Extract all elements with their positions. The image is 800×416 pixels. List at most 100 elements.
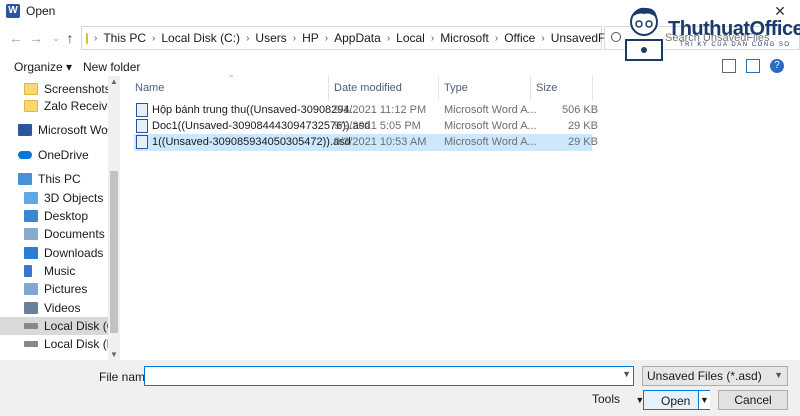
word-document-icon	[136, 119, 148, 133]
sidebar-item-this-pc[interactable]: This PC	[18, 170, 120, 188]
word-document-icon	[136, 135, 148, 149]
sidebar-item-label: OneDrive	[38, 148, 89, 162]
sidebar-item-label: Desktop	[44, 209, 89, 223]
help-icon[interactable]: ?	[770, 59, 784, 73]
chevron-down-icon: ⌄	[52, 33, 60, 43]
file-row[interactable]: Hộp bánh trung thu((Unsaved-30908294... …	[134, 102, 598, 119]
sidebar-item-label: Videos	[44, 301, 81, 315]
breadcrumb-users[interactable]: Users	[255, 31, 286, 45]
cube-icon	[24, 192, 38, 204]
column-divider[interactable]	[530, 76, 531, 100]
cloud-icon	[18, 151, 32, 159]
word-app-icon: W	[6, 4, 20, 18]
sidebar-item-screenshots[interactable]: Screenshots	[24, 80, 120, 98]
sidebar-item-music[interactable]: Music	[24, 262, 120, 280]
word-icon	[18, 124, 32, 136]
chevron-right-icon: ›	[386, 32, 391, 44]
breadcrumb-local-disk-c[interactable]: Local Disk (C:)	[161, 31, 240, 45]
open-button[interactable]: Open ▼	[643, 390, 710, 410]
drive-icon	[24, 341, 38, 347]
file-type: Microsoft Word A...	[444, 136, 537, 148]
desktop-icon	[24, 210, 38, 222]
sidebar-item-label: Music	[44, 264, 76, 278]
sidebar-item-local-disk-d[interactable]: Local Disk (D:)	[24, 335, 120, 353]
up-button[interactable]: ↑	[60, 28, 80, 48]
sidebar-item-documents[interactable]: Documents	[24, 225, 120, 243]
file-row[interactable]: 1((Unsaved-309085934050305472)).asd 9/3/…	[134, 134, 598, 151]
file-type-value: Unsaved Files (*.asd)	[647, 369, 762, 383]
sidebar-scrollbar[interactable]: ▲ ▼	[108, 76, 120, 360]
breadcrumb-appdata[interactable]: AppData	[334, 31, 381, 45]
back-button[interactable]: ←	[6, 28, 26, 48]
column-date-modified[interactable]: Date modified	[334, 82, 402, 102]
new-folder-button[interactable]: New folder	[83, 60, 140, 74]
file-name-input[interactable]	[147, 369, 617, 383]
column-divider[interactable]	[328, 76, 329, 100]
file-date: 9/3/2021 10:53 AM	[334, 136, 427, 148]
folder-icon	[86, 32, 88, 44]
sidebar-item-local-disk-c[interactable]: Local Disk (C:)	[0, 317, 108, 335]
file-name: 1((Unsaved-309085934050305472)).asd	[152, 136, 351, 148]
cancel-button[interactable]: Cancel	[718, 390, 788, 410]
sidebar-item-3d-objects[interactable]: 3D Objects	[24, 189, 120, 207]
sidebar-item-desktop[interactable]: Desktop	[24, 207, 120, 225]
column-divider[interactable]	[438, 76, 439, 100]
column-divider[interactable]	[592, 76, 593, 100]
breadcrumb-microsoft[interactable]: Microsoft	[440, 31, 489, 45]
chevron-right-icon: ›	[324, 32, 329, 44]
dialog-footer: File name: ▼ Unsaved Files (*.asd) ▼ Too…	[0, 360, 800, 416]
chevron-right-icon: ›	[292, 32, 297, 44]
scrollbar-thumb[interactable]	[110, 171, 118, 333]
breadcrumb-office[interactable]: Office	[504, 31, 535, 45]
scroll-up-icon[interactable]: ▲	[108, 77, 120, 86]
sidebar-item-label: Screenshots	[44, 82, 111, 96]
column-size[interactable]: Size	[536, 82, 557, 102]
file-date: 9/1/2021 11:12 PM	[334, 104, 427, 116]
breadcrumb-this-pc[interactable]: This PC	[103, 31, 146, 45]
arrow-left-icon: ←	[9, 30, 23, 46]
sidebar-item-videos[interactable]: Videos	[24, 299, 120, 317]
sidebar-item-label: This PC	[38, 172, 81, 186]
chevron-right-icon: ›	[541, 32, 545, 44]
sidebar-item-onedrive[interactable]: OneDrive	[18, 146, 120, 164]
sidebar-item-label: Documents	[44, 227, 105, 241]
organize-button[interactable]: Organize ▾	[14, 60, 72, 74]
open-options-dropdown[interactable]: ▼	[698, 391, 710, 409]
file-row[interactable]: Doc1((Unsaved-309084443094732576)).asd 9…	[134, 118, 598, 135]
chevron-right-icon: ›	[152, 32, 156, 44]
chevron-right-icon: ›	[494, 32, 499, 44]
file-type-select[interactable]: Unsaved Files (*.asd) ▼	[642, 366, 788, 386]
preview-pane-icon[interactable]	[746, 59, 760, 73]
sidebar-item-downloads[interactable]: Downloads	[24, 244, 120, 262]
sidebar-item-microsoft-word[interactable]: Microsoft Word	[18, 121, 120, 139]
chevron-right-icon: ›	[94, 32, 98, 44]
scroll-down-icon[interactable]: ▼	[108, 350, 120, 359]
tools-label: Tools	[592, 392, 621, 406]
sidebar-item-label: Local Disk (C:)	[44, 319, 108, 333]
breadcrumb-local[interactable]: Local	[396, 31, 425, 45]
command-bar: Organize ▾ New folder ?	[0, 56, 800, 78]
sidebar-item-label: 3D Objects	[44, 191, 104, 205]
drive-icon	[24, 323, 38, 329]
sidebar-item-zalo-received[interactable]: Zalo Received Fi	[24, 97, 120, 115]
file-type: Microsoft Word A...	[444, 104, 537, 116]
logo-tagline: TRI KY CUA DAN CONG SO	[680, 42, 791, 48]
videos-icon	[24, 302, 38, 314]
view-options-icon[interactable]	[722, 59, 736, 73]
file-size: 29 KB	[568, 120, 598, 132]
file-list: ⌃ Name Date modified Type Size Hộp bánh …	[120, 74, 800, 360]
column-name[interactable]: Name	[135, 82, 164, 102]
forward-button[interactable]: →	[26, 28, 46, 48]
window-title: Open	[26, 4, 56, 18]
chevron-down-icon[interactable]: ▼	[622, 369, 631, 379]
address-bar[interactable]: › This PC › Local Disk (C:) › Users › HP…	[81, 26, 623, 50]
sidebar-item-label: Pictures	[44, 282, 88, 296]
download-icon	[24, 247, 38, 259]
column-type[interactable]: Type	[444, 82, 468, 102]
file-name-combobox[interactable]: ▼	[144, 366, 634, 386]
sidebar-item-pictures[interactable]: Pictures	[24, 280, 120, 298]
chevron-right-icon: ›	[246, 32, 250, 44]
computer-icon	[18, 173, 32, 185]
breadcrumb-hp[interactable]: HP	[302, 31, 319, 45]
tools-button[interactable]: Tools ▼	[592, 392, 644, 406]
